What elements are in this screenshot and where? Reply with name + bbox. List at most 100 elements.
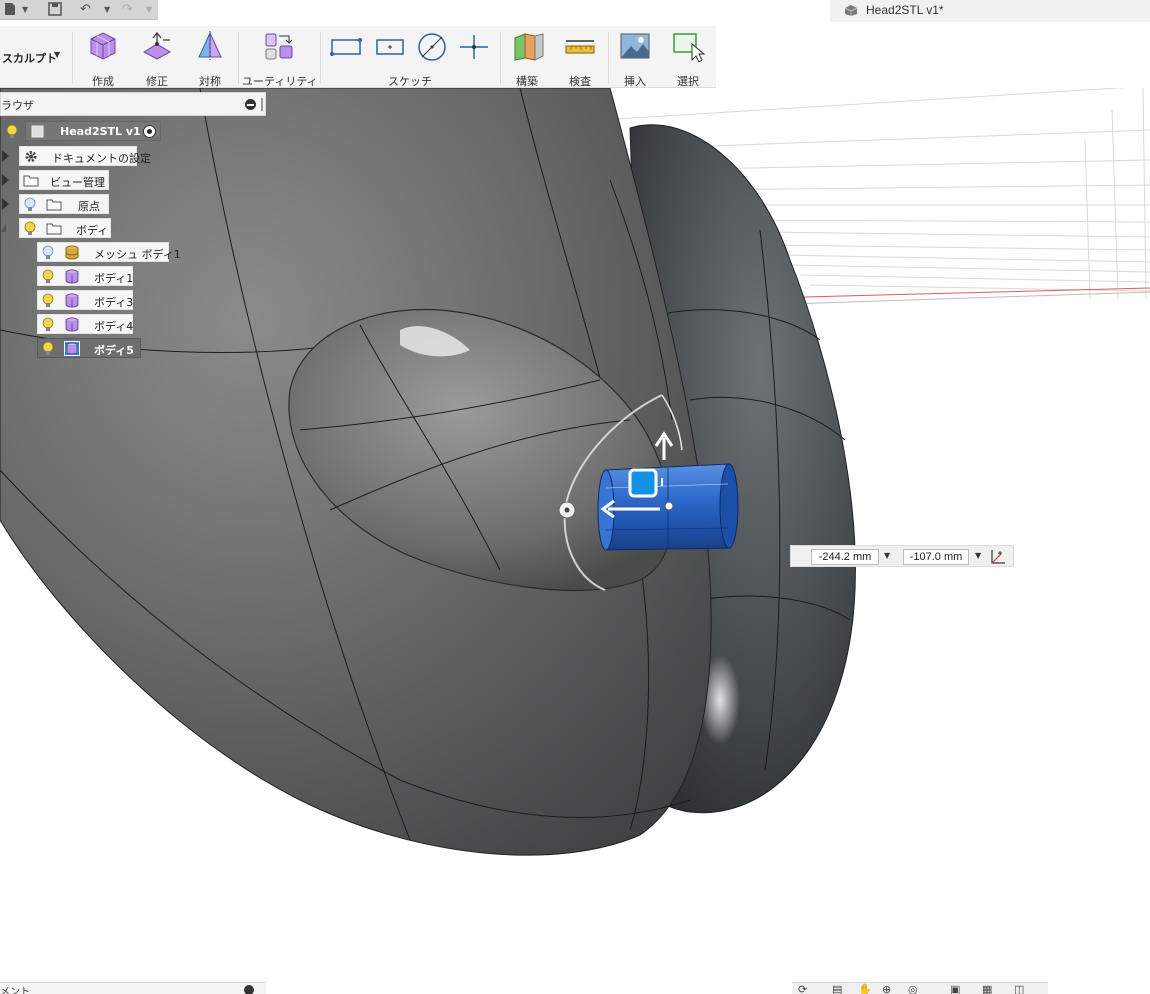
undo-icon[interactable]: ↶ bbox=[80, 2, 91, 18]
insert-group[interactable]: 挿入 bbox=[612, 26, 658, 88]
zoom-icon[interactable]: ⊕ bbox=[882, 984, 891, 994]
measure-ruler-icon bbox=[564, 38, 596, 59]
visibility-bulb-icon[interactable] bbox=[42, 293, 54, 308]
redo-caret-icon[interactable]: ▼ bbox=[146, 2, 152, 18]
tree-node-label: ドキュメントの設定 bbox=[52, 152, 151, 165]
file-menu-caret-icon[interactable]: ▼ bbox=[22, 2, 28, 18]
3d-viewport[interactable] bbox=[0, 85, 1150, 982]
look-at-icon[interactable]: ▤ bbox=[832, 984, 842, 994]
tree-node-label: ボディ1 bbox=[94, 272, 134, 285]
select-group[interactable]: 選択 bbox=[662, 26, 714, 88]
y-distance-caret-icon[interactable]: ▼ bbox=[975, 551, 981, 560]
workspace-switcher[interactable]: スカルプト ▼ bbox=[0, 26, 70, 88]
modify-form-icon bbox=[141, 30, 173, 65]
display-settings-icon[interactable]: ▣ bbox=[950, 984, 960, 994]
center-rectangle-icon bbox=[374, 36, 406, 61]
tree-node-origin[interactable]: 原点 bbox=[19, 194, 109, 214]
tree-node-body3[interactable]: ボディ3 bbox=[37, 290, 133, 310]
pan-hand-icon[interactable]: ✋ bbox=[858, 984, 872, 994]
tree-node-body5[interactable]: ボディ5 bbox=[37, 338, 141, 358]
tree-node-label: ビュー管理 bbox=[50, 176, 105, 189]
form-body-icon bbox=[64, 269, 80, 284]
ribbon-toolbar: スカルプト ▼ 作成 修正 対称 ユーティリティ スケッチ 構築 検査 挿入 選… bbox=[0, 26, 716, 88]
browser-grip-icon[interactable] bbox=[261, 98, 263, 111]
folder-icon bbox=[23, 173, 39, 188]
circle-sketch-icon bbox=[416, 32, 448, 65]
browser-collapse-icon[interactable] bbox=[245, 99, 256, 110]
insert-group-label: 挿入 bbox=[624, 75, 646, 88]
tree-node-body4[interactable]: ボディ4 bbox=[37, 314, 133, 334]
symmetry-group[interactable]: 対称 bbox=[184, 26, 236, 88]
tree-node-bodies[interactable]: ボディ bbox=[19, 218, 111, 238]
x-distance-caret-icon[interactable]: ▼ bbox=[884, 551, 890, 560]
visibility-bulb-icon[interactable] bbox=[42, 341, 54, 356]
expand-arrow-icon[interactable] bbox=[0, 173, 10, 187]
rectangle-sketch-icon bbox=[330, 36, 362, 61]
orbit-icon[interactable]: ⟳ bbox=[798, 984, 807, 994]
utility-convert-icon bbox=[262, 30, 296, 65]
utility-group[interactable]: ユーティリティ bbox=[242, 26, 318, 88]
tree-node-label: 原点 bbox=[78, 200, 100, 213]
collapse-arrow-icon[interactable] bbox=[0, 221, 10, 235]
expand-arrow-icon[interactable] bbox=[0, 197, 10, 211]
document-title: Head2STL v1* bbox=[866, 3, 944, 17]
file-menu-icon[interactable] bbox=[4, 2, 16, 18]
tree-node-document-settings[interactable]: ドキュメントの設定 bbox=[19, 146, 151, 166]
model-canvas[interactable] bbox=[0, 85, 1150, 982]
visibility-bulb-icon[interactable] bbox=[6, 124, 18, 139]
visibility-bulb-icon[interactable] bbox=[24, 221, 36, 236]
tree-node-root[interactable]: Head2STL v1 bbox=[25, 121, 161, 141]
tree-node-body1[interactable]: ボディ1 bbox=[37, 266, 133, 286]
form-body-icon bbox=[64, 341, 80, 356]
create-group-label: 作成 bbox=[92, 75, 114, 88]
title-bar: ▼ ↶ ▼ ↷ ▼ Head2STL v1* bbox=[0, 0, 1150, 22]
sketch-group[interactable]: スケッチ bbox=[324, 26, 496, 88]
symmetry-icon bbox=[194, 30, 226, 65]
create-form-icon bbox=[87, 30, 119, 65]
sketch-group-label: スケッチ bbox=[388, 75, 432, 88]
visibility-bulb-icon[interactable] bbox=[42, 269, 54, 284]
document-component-icon bbox=[30, 124, 46, 139]
tree-node-label: メッシュ ボディ1 bbox=[94, 248, 181, 261]
visibility-bulb-off-icon[interactable] bbox=[42, 245, 54, 260]
tree-node-label: ボディ3 bbox=[94, 296, 134, 309]
modify-group[interactable]: 修正 bbox=[132, 26, 182, 88]
viewports-icon[interactable]: ◫ bbox=[1014, 984, 1024, 994]
tree-node-mesh-body1[interactable]: メッシュ ボディ1 bbox=[37, 242, 181, 262]
mesh-body-icon bbox=[64, 245, 80, 260]
construct-group[interactable]: 構築 bbox=[504, 26, 550, 88]
tree-node-named-views[interactable]: ビュー管理 bbox=[19, 170, 109, 190]
save-icon[interactable] bbox=[48, 2, 62, 18]
fit-icon[interactable]: ◎ bbox=[908, 984, 918, 994]
tree-node-label: ボディ4 bbox=[94, 320, 134, 333]
workspace-label: スカルプト bbox=[2, 52, 57, 65]
insert-image-icon bbox=[619, 30, 651, 65]
visibility-bulb-icon[interactable] bbox=[42, 317, 54, 332]
undo-caret-icon[interactable]: ▼ bbox=[104, 2, 110, 18]
expand-arrow-icon[interactable] bbox=[0, 149, 10, 163]
modify-group-label: 修正 bbox=[146, 75, 168, 88]
point-sketch-icon bbox=[458, 34, 490, 63]
inspect-group[interactable]: 検査 bbox=[556, 26, 604, 88]
construct-group-label: 構築 bbox=[516, 75, 538, 88]
coordinate-axis-icon[interactable] bbox=[989, 548, 1007, 569]
gear-icon bbox=[23, 149, 39, 164]
visibility-bulb-off-icon[interactable] bbox=[24, 197, 36, 212]
add-comment-icon[interactable] bbox=[244, 985, 254, 994]
select-group-label: 選択 bbox=[677, 75, 699, 88]
create-group[interactable]: 作成 bbox=[76, 26, 130, 88]
select-window-icon bbox=[672, 30, 706, 65]
tree-node-label: ボディ bbox=[76, 224, 109, 237]
quick-access-toolbar: ▼ ↶ ▼ ↷ ▼ bbox=[0, 0, 158, 20]
x-distance-input[interactable] bbox=[811, 549, 879, 565]
construct-plane-icon bbox=[511, 30, 545, 65]
redo-icon[interactable]: ↷ bbox=[122, 2, 133, 18]
document-tab[interactable]: Head2STL v1* bbox=[830, 0, 1150, 22]
grid-settings-icon[interactable]: ▦ bbox=[982, 984, 992, 994]
component-cube-icon bbox=[844, 4, 858, 17]
tree-node-label: ボディ5 bbox=[94, 344, 134, 357]
y-distance-input[interactable] bbox=[903, 549, 969, 565]
activate-radio-icon[interactable] bbox=[143, 125, 156, 138]
folder-icon bbox=[46, 221, 62, 236]
symmetry-group-label: 対称 bbox=[199, 75, 221, 88]
